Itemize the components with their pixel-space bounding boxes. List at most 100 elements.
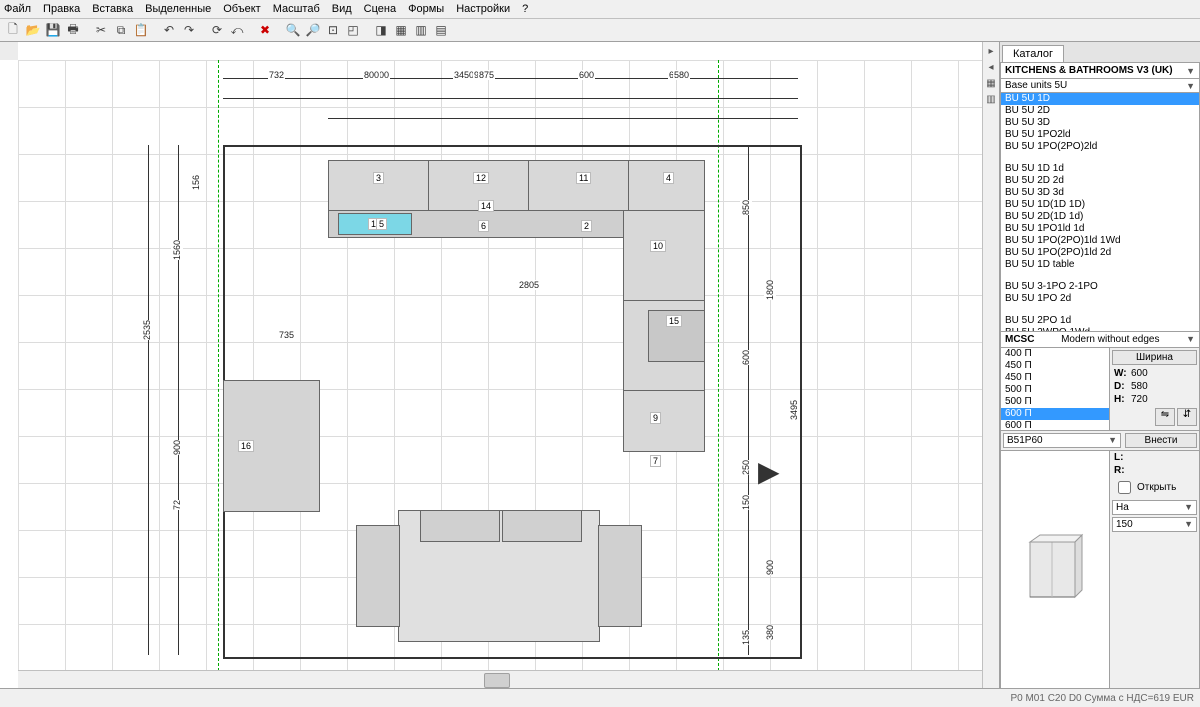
list-item[interactable]: BU 5U 1D table [1001, 259, 1199, 271]
save-icon[interactable]: 💾 [44, 21, 62, 39]
apply-button[interactable]: Внести [1125, 433, 1197, 448]
list-item[interactable]: BU 5U 1PO(2PO)1ld 2d [1001, 247, 1199, 259]
status-text: P0 M01 C20 D0 Сумма с НДС=619 EUR [1010, 693, 1194, 704]
catalog-panel: Каталог KITCHENS & BATHROOMS V3 (UK)▼ Ba… [999, 42, 1200, 689]
open-direction[interactable]: Hа [1116, 502, 1129, 513]
unit-9[interactable] [623, 390, 705, 452]
menu-scene[interactable]: Сцена [364, 3, 396, 15]
chevron-down-icon[interactable]: ▼ [1186, 81, 1195, 91]
list-item[interactable]: BU 5U 3D [1001, 117, 1199, 129]
product-preview [1001, 451, 1110, 689]
chair-right[interactable] [598, 525, 642, 627]
list-item[interactable]: BU 5U 1PO(2PO)2ld [1001, 141, 1199, 153]
list-item[interactable]: BU 5U 1PO(2PO)1ld 1Wd [1001, 235, 1199, 247]
menu-view[interactable]: Вид [332, 3, 352, 15]
open-value[interactable]: 150 [1116, 519, 1133, 530]
list-item[interactable]: BU 5U 3D 3d [1001, 187, 1199, 199]
unit-10[interactable] [623, 210, 705, 302]
size-item[interactable]: 500 Π [1001, 384, 1109, 396]
new-icon[interactable]: 🗋 [4, 21, 22, 39]
ruler-vertical [0, 60, 19, 671]
ruler-corner [0, 42, 19, 61]
size-item[interactable]: 500 Π [1001, 396, 1109, 408]
list-item[interactable]: BU 5U 1PO2ld [1001, 129, 1199, 141]
list-item[interactable]: BU 5U 1D [1001, 93, 1199, 105]
width-button[interactable]: Ширина [1112, 350, 1197, 365]
scrollbar-thumb[interactable] [484, 673, 510, 688]
tab-catalog[interactable]: Каталог [1002, 45, 1064, 62]
menu-bar: Файл Правка Вставка Выделенные Объект Ма… [0, 0, 1200, 19]
category-select[interactable]: Base units 5U [1005, 80, 1067, 91]
redo-icon[interactable]: ↷ [180, 21, 198, 39]
open-checkbox[interactable] [1118, 481, 1131, 494]
flip-h-icon[interactable]: ⇋ [1155, 408, 1175, 426]
product-code[interactable]: B51P60 [1007, 435, 1043, 446]
tool-a[interactable]: ▸ [984, 46, 998, 60]
unit-3[interactable] [328, 160, 430, 212]
list-item[interactable]: BU 5U 2D 2d [1001, 175, 1199, 187]
list-item[interactable]: BU 5U 2WPO 1Wd [1001, 327, 1199, 332]
scrollbar-horizontal[interactable] [18, 670, 984, 689]
chevron-down-icon[interactable]: ▼ [1186, 334, 1195, 344]
status-bar: P0 M01 C20 D0 Сумма с НДС=619 EUR [0, 688, 1200, 707]
unit-11[interactable] [528, 160, 630, 212]
flip-v-icon[interactable]: ⇵ [1177, 408, 1197, 426]
rotate-icon[interactable]: ⤺ [228, 21, 246, 39]
view-side-icon[interactable]: ▤ [432, 21, 450, 39]
menu-file[interactable]: Файл [4, 3, 31, 15]
list-item[interactable]: BU 5U 2D [1001, 105, 1199, 117]
open-icon[interactable]: 📂 [24, 21, 42, 39]
menu-scale[interactable]: Масштаб [273, 3, 320, 15]
size-item[interactable]: 450 Π [1001, 372, 1109, 384]
drawing-canvas[interactable]: 3450 732 600 900 600 600 800 875 600 580… [18, 60, 984, 671]
menu-insert[interactable]: Вставка [92, 3, 133, 15]
tool-d[interactable]: ▥ [984, 94, 998, 108]
size-item[interactable]: 450 Π [1001, 360, 1109, 372]
paste-icon[interactable]: 📋 [132, 21, 150, 39]
chair-top1[interactable] [420, 510, 500, 542]
delete-icon[interactable]: ✖ [256, 21, 274, 39]
menu-selected[interactable]: Выделенные [145, 3, 211, 15]
menu-settings[interactable]: Настройки [456, 3, 510, 15]
camera-icon[interactable]: ▶ [758, 455, 780, 488]
item-list[interactable]: BU 5U 1DBU 5U 2DBU 5U 3DBU 5U 1PO2ldBU 5… [1000, 93, 1200, 332]
size-list[interactable]: 400 Π450 Π450 Π500 Π500 Π600 Π600 Π [1001, 348, 1110, 430]
copy-icon[interactable]: ⧉ [112, 21, 130, 39]
undo-icon[interactable]: ↶ [160, 21, 178, 39]
print-icon[interactable]: 🖶 [64, 21, 82, 39]
view-3d-icon[interactable]: ◨ [372, 21, 390, 39]
list-item[interactable]: BU 5U 1D(1D 1D) [1001, 199, 1199, 211]
zoom-fit-icon[interactable]: ⊡ [324, 21, 342, 39]
chair-top2[interactable] [502, 510, 582, 542]
style-name[interactable]: Modern without edges [1061, 334, 1159, 345]
refresh-icon[interactable]: ⟳ [208, 21, 226, 39]
menu-help[interactable]: ? [522, 3, 528, 15]
list-item[interactable]: BU 5U 1D 1d [1001, 163, 1199, 175]
menu-edit[interactable]: Правка [43, 3, 80, 15]
size-item[interactable]: 400 Π [1001, 348, 1109, 360]
tool-b[interactable]: ◂ [984, 62, 998, 76]
toolbar: 🗋 📂 💾 🖶 ✂ ⧉ 📋 ↶ ↷ ⟳ ⤺ ✖ 🔍 🔎 ⊡ ◰ ◨ ▦ ▥ ▤ [0, 19, 1200, 42]
chair-left[interactable] [356, 525, 400, 627]
list-item[interactable]: BU 5U 2D(1D 1d) [1001, 211, 1199, 223]
unit-4[interactable] [628, 160, 705, 212]
view-plan-icon[interactable]: ▦ [392, 21, 410, 39]
zoom-out-icon[interactable]: 🔎 [304, 21, 322, 39]
list-item[interactable]: BU 5U 3-1PO 2-1PO [1001, 281, 1199, 293]
view-front-icon[interactable]: ▥ [412, 21, 430, 39]
list-item[interactable]: BU 5U 1PO1ld 1d [1001, 223, 1199, 235]
chevron-down-icon[interactable]: ▼ [1186, 66, 1195, 76]
list-item[interactable]: BU 5U 1PO 2d [1001, 293, 1199, 305]
list-item[interactable]: BU 5U 2PO 1d [1001, 315, 1199, 327]
cut-icon[interactable]: ✂ [92, 21, 110, 39]
menu-object[interactable]: Объект [223, 3, 260, 15]
menu-shapes[interactable]: Формы [408, 3, 444, 15]
size-item[interactable]: 600 Π [1001, 420, 1109, 430]
ruler-horizontal [18, 42, 984, 61]
size-item[interactable]: 600 Π [1001, 408, 1109, 420]
zoom-in-icon[interactable]: 🔍 [284, 21, 302, 39]
dim-top-total [223, 78, 798, 79]
zoom-window-icon[interactable]: ◰ [344, 21, 362, 39]
tool-c[interactable]: ▦ [984, 78, 998, 92]
vertical-tools: ▸ ◂ ▦ ▥ [982, 42, 1000, 689]
